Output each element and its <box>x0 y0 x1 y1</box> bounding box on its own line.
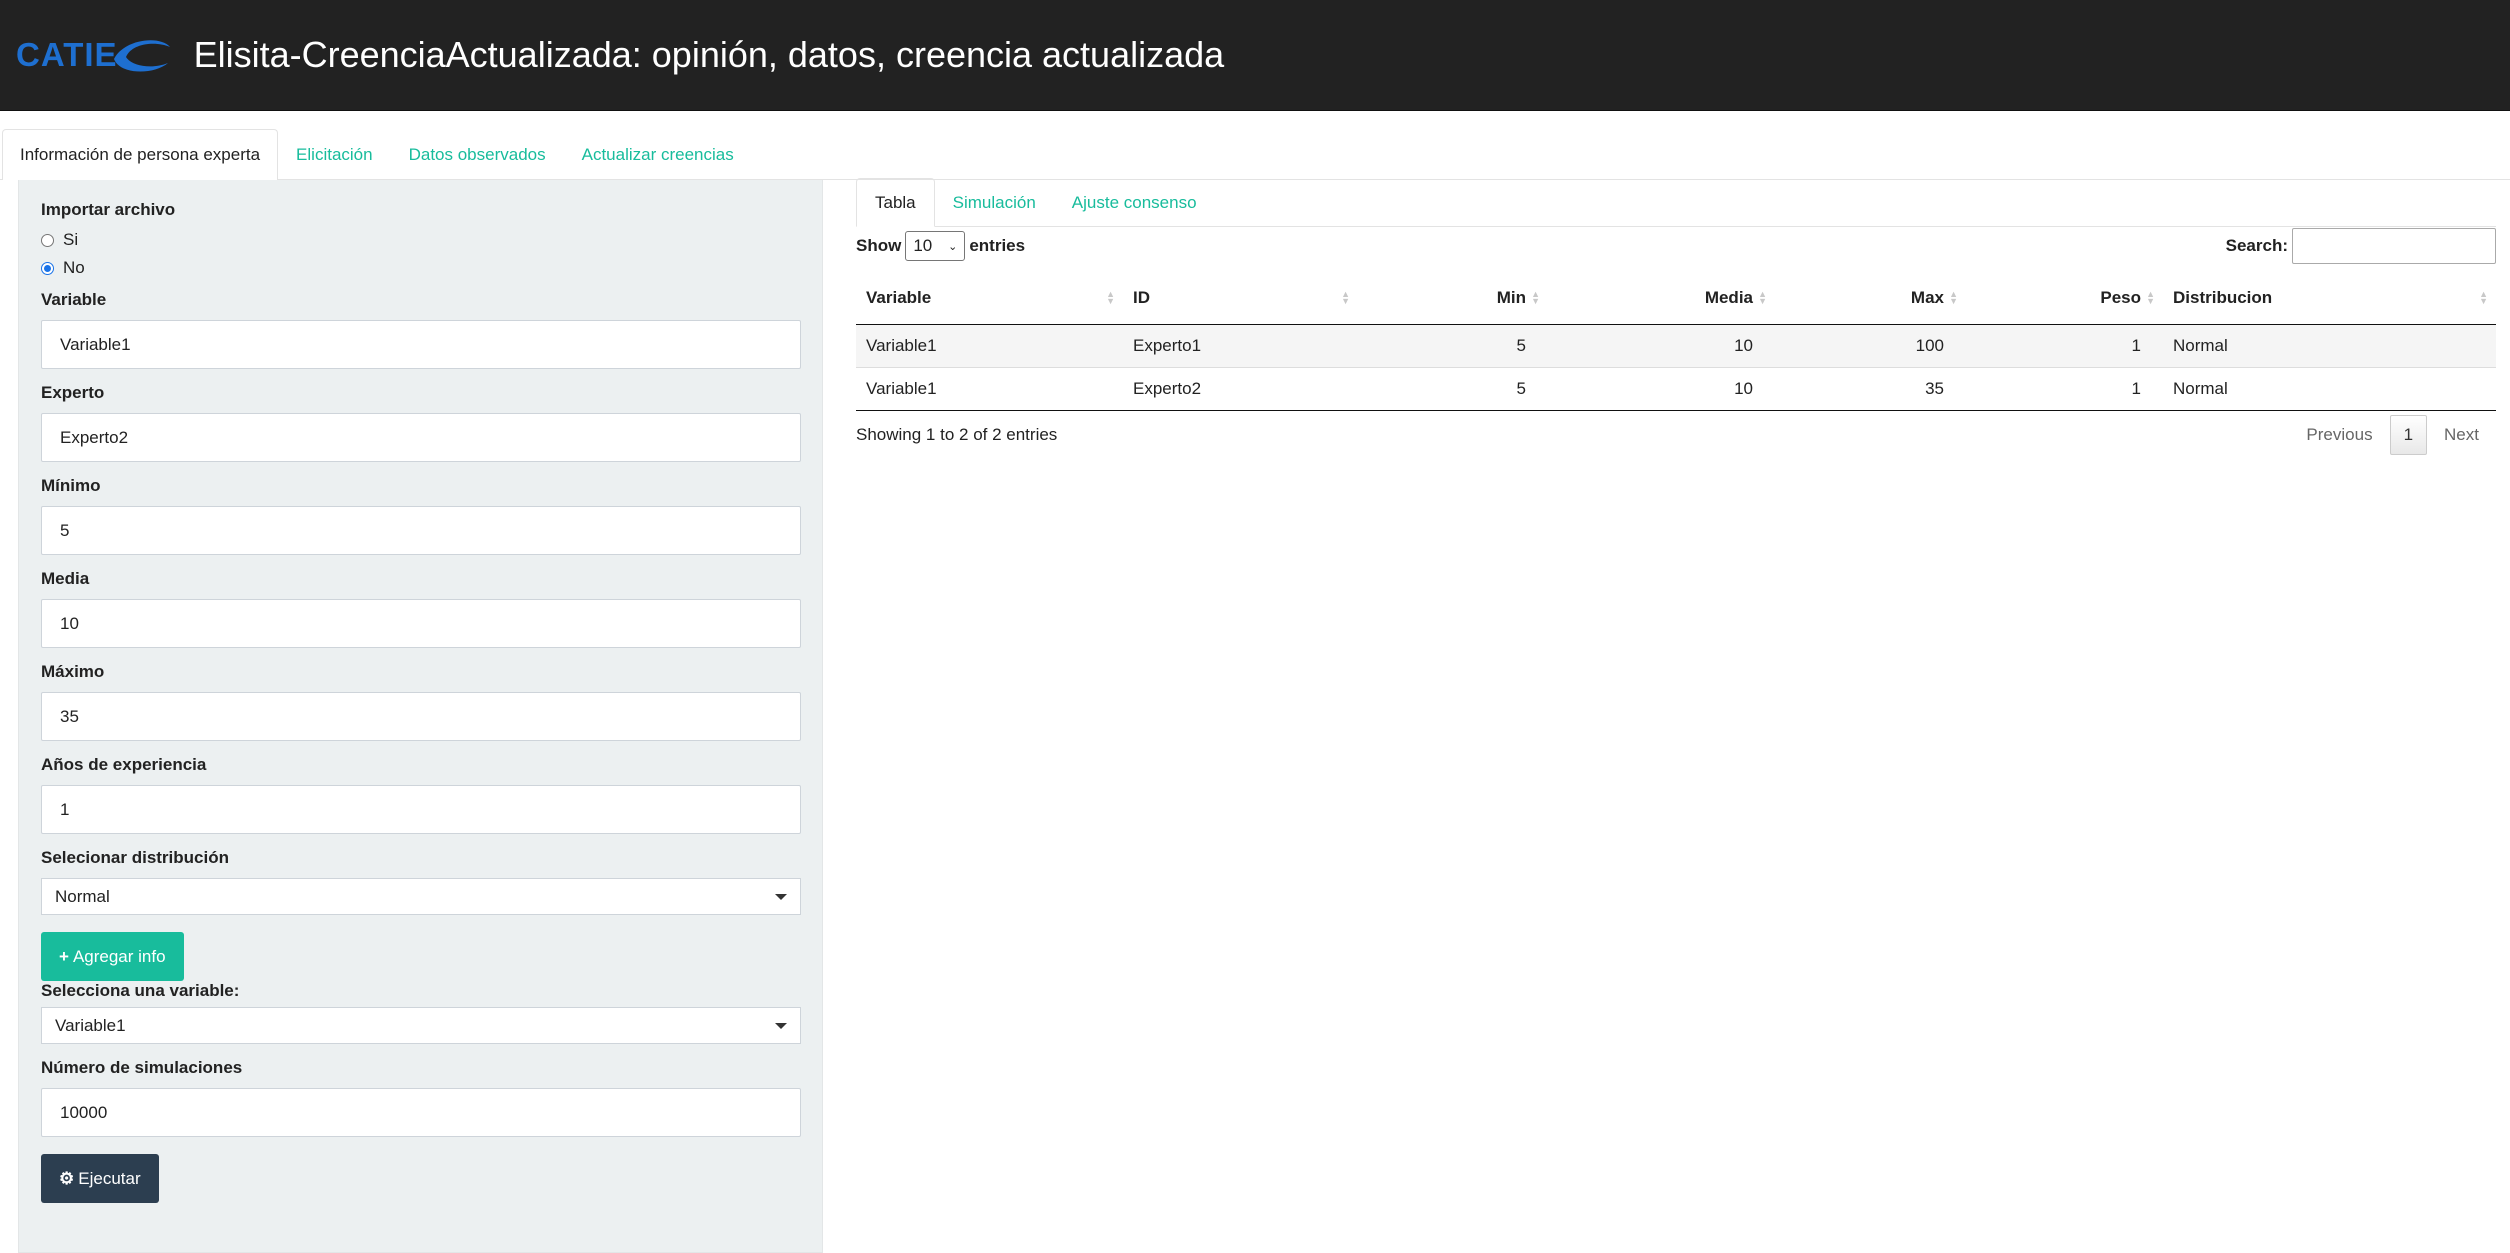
cell-max: 100 <box>1775 324 1966 368</box>
cell-variable: Variable1 <box>856 324 1123 368</box>
radio-no-label: No <box>63 258 85 277</box>
tab-ajuste-consenso[interactable]: Ajuste consenso <box>1054 178 1215 227</box>
tab-elicitacion[interactable]: Elicitación <box>278 129 391 179</box>
cell-variable: Variable1 <box>856 367 1123 411</box>
mean-input[interactable]: 10 <box>41 599 801 648</box>
plus-icon: + <box>59 946 69 966</box>
entries-length-select[interactable]: 10 ⌄ <box>905 231 966 261</box>
tab-datos-observados[interactable]: Datos observados <box>391 129 564 179</box>
pagination: Previous 1 Next <box>2289 414 2496 455</box>
cell-min: 5 <box>1358 324 1548 368</box>
cell-peso: 1 <box>1966 367 2163 411</box>
entries-label: entries <box>969 236 1026 255</box>
cell-media: 10 <box>1548 324 1775 368</box>
select-variable-value: Variable1 <box>55 1015 126 1035</box>
sort-icon: ▲ ▼ <box>1531 289 1540 306</box>
max-label: Máximo <box>41 662 105 681</box>
search-input[interactable] <box>2292 228 2496 264</box>
cell-distribucion: Normal <box>2163 324 2496 368</box>
sort-icon: ▲ ▼ <box>1949 289 1958 306</box>
show-label: Show <box>856 236 902 255</box>
next-page-button[interactable]: Next <box>2427 415 2496 455</box>
entries-length-control: Show 10 ⌄ entries <box>856 231 1025 261</box>
add-info-label: Agregar info <box>72 946 166 966</box>
column-header-peso[interactable]: Peso ▲ ▼ <box>1966 273 2163 325</box>
expert-label: Experto <box>41 383 105 402</box>
radio-si-circle[interactable] <box>41 233 54 247</box>
add-info-button[interactable]: + Agregar info <box>41 932 184 981</box>
simulations-input[interactable]: 10000 <box>41 1088 801 1137</box>
sub-tabs: Tabla Simulación Ajuste consenso <box>856 178 2496 227</box>
min-label: Mínimo <box>41 476 101 495</box>
caret-down-icon <box>775 893 787 900</box>
distribution-label: Selecionar distribución <box>41 848 229 867</box>
years-input[interactable]: 1 <box>41 785 801 834</box>
column-header-media[interactable]: Media ▲ ▼ <box>1548 273 1775 325</box>
cell-min: 5 <box>1358 367 1548 411</box>
previous-page-button[interactable]: Previous <box>2289 415 2389 455</box>
variable-input[interactable]: Variable1 <box>41 320 801 369</box>
data-table: Variable ▲ ▼ ID ▲ ▼ Min ▲ ▼ Media ▲ ▼ Max ▲ ▼ Peso… <box>856 273 2496 411</box>
expert-input[interactable]: Experto2 <box>41 413 801 462</box>
mean-label: Media <box>41 569 90 588</box>
main-tabs: Información de persona experta Elicitaci… <box>0 129 2510 180</box>
entries-length-value: 10 <box>913 236 933 255</box>
page-title: Elisita-CreenciaActualizada: opinión, da… <box>193 34 1225 75</box>
sidebar-panel: Importar archivo Si No Variable Variable… <box>18 180 823 1253</box>
run-label: Ejecutar <box>78 1168 141 1188</box>
max-input[interactable]: 35 <box>41 692 801 741</box>
variable-label: Variable <box>41 290 107 309</box>
caret-down-icon <box>775 1022 787 1029</box>
distribution-select[interactable]: Normal <box>41 878 801 915</box>
cell-distribucion: Normal <box>2163 367 2496 411</box>
table-row[interactable]: Variable1 Experto2 5 10 35 1 Normal <box>856 367 2496 411</box>
column-header-min[interactable]: Min ▲ ▼ <box>1358 273 1548 325</box>
sort-icon: ▲ ▼ <box>1106 289 1115 306</box>
sort-icon: ▲ ▼ <box>2146 289 2155 306</box>
select-variable-dropdown[interactable]: Variable1 <box>41 1007 801 1044</box>
column-header-distribucion[interactable]: Distribucion ▲ ▼ <box>2163 273 2496 325</box>
column-header-id[interactable]: ID ▲ ▼ <box>1123 273 1358 325</box>
gears-icon: ⚙ <box>59 1168 75 1188</box>
sort-icon: ▲ ▼ <box>1341 289 1350 306</box>
logo-text: CATIE <box>16 36 118 73</box>
app-header: CATIE Elisita-CreenciaActualizada: opini… <box>0 0 2510 111</box>
tab-informacion-experta[interactable]: Información de persona experta <box>2 129 279 180</box>
column-header-variable[interactable]: Variable ▲ ▼ <box>856 273 1123 325</box>
radio-si[interactable]: Si <box>41 230 800 250</box>
sort-icon: ▲ ▼ <box>1758 289 1767 306</box>
tab-tabla[interactable]: Tabla <box>856 178 935 227</box>
logo-swoosh-icon <box>113 40 170 72</box>
sort-icon: ▲ ▼ <box>2479 289 2488 306</box>
select-variable-label: Selecciona una variable: <box>41 981 240 1000</box>
tab-simulacion[interactable]: Simulación <box>935 178 1054 227</box>
run-button[interactable]: ⚙ Ejecutar <box>41 1154 159 1203</box>
cell-max: 35 <box>1775 367 1966 411</box>
catie-logo: CATIE <box>16 25 172 85</box>
table-row[interactable]: Variable1 Experto1 5 10 100 1 Normal <box>856 324 2496 368</box>
simulations-label: Número de simulaciones <box>41 1058 243 1077</box>
cell-id: Experto1 <box>1123 324 1358 368</box>
cell-id: Experto2 <box>1123 367 1358 411</box>
years-label: Años de experiencia <box>41 755 207 774</box>
search-label: Search: <box>2225 236 2288 255</box>
results-panel: Tabla Simulación Ajuste consenso Show 10… <box>856 178 2496 1253</box>
chevron-down-icon: ⌄ <box>948 240 958 253</box>
table-info: Showing 1 to 2 of 2 entries <box>856 424 1058 444</box>
distribution-value: Normal <box>55 886 110 906</box>
page-1-button[interactable]: 1 <box>2389 414 2428 455</box>
cell-media: 10 <box>1548 367 1775 411</box>
radio-no[interactable]: No <box>41 258 800 278</box>
radio-si-label: Si <box>63 230 79 249</box>
table-search: Search: <box>2226 228 2496 264</box>
radio-no-circle[interactable] <box>41 261 54 275</box>
tab-actualizar-creencias[interactable]: Actualizar creencias <box>564 129 752 179</box>
import-label: Importar archivo <box>41 200 176 219</box>
cell-peso: 1 <box>1966 324 2163 368</box>
min-input[interactable]: 5 <box>41 506 801 555</box>
column-header-max[interactable]: Max ▲ ▼ <box>1775 273 1966 325</box>
table-header-row: Variable ▲ ▼ ID ▲ ▼ Min ▲ ▼ Media ▲ ▼ Max ▲ ▼ Peso… <box>856 273 2496 325</box>
